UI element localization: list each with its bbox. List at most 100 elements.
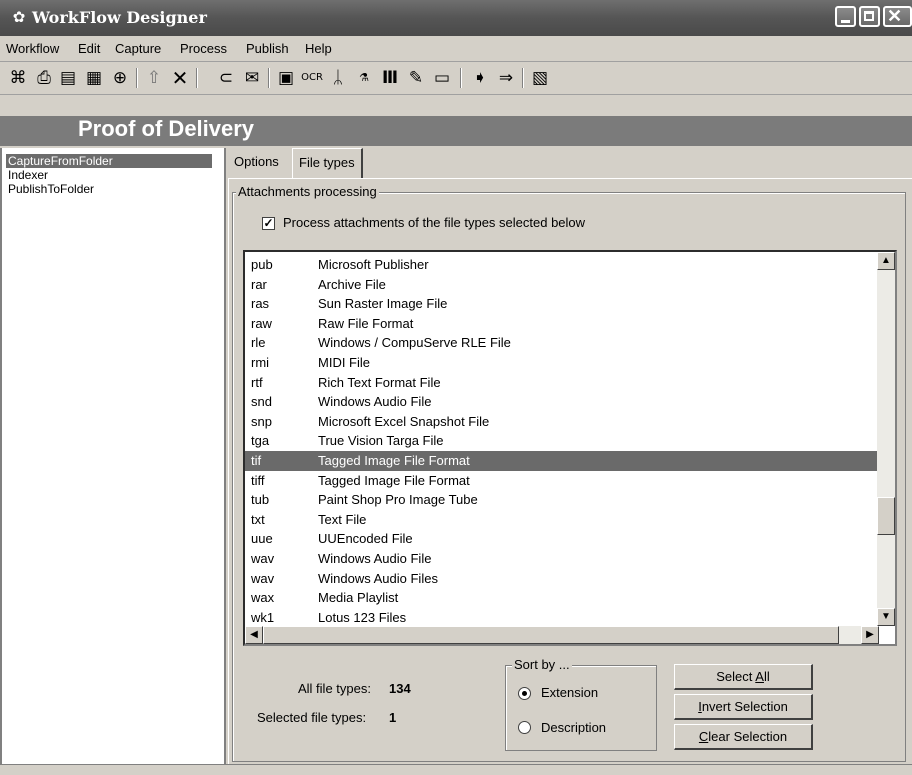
- file-type-description: Tagged Image File Format: [318, 453, 470, 468]
- tab-file-types[interactable]: File types: [292, 148, 363, 178]
- minimize-button[interactable]: [835, 6, 856, 27]
- file-type-description: Rich Text Format File: [318, 374, 441, 390]
- process-attachments-checkbox[interactable]: ✓: [262, 217, 275, 230]
- barcode-icon[interactable]: Ⅲ: [378, 66, 402, 90]
- file-type-description: Paint Shop Pro Image Tube: [318, 492, 478, 508]
- file-type-row[interactable]: wk1 Lotus 123 Files: [245, 608, 879, 628]
- status-bar: [0, 764, 912, 775]
- preview-icon[interactable]: ▧: [528, 66, 552, 90]
- toolbar: ⌘ ⎙ ▤ ▦ ⊕ ⇧ ✕ ⊂ ✉ ▣ OCR ᛦ ⚗ Ⅲ ✎ ▭ ➧ ⇒ ▧: [0, 62, 912, 95]
- file-type-extension: ras: [251, 296, 270, 312]
- file-type-row[interactable]: rle Windows / CompuServe RLE File: [245, 333, 879, 353]
- scroll-left-button[interactable]: ◀: [245, 626, 263, 644]
- sort-extension-radio[interactable]: [518, 687, 531, 700]
- sort-extension-label: Extension: [541, 685, 599, 700]
- file-type-row[interactable]: tif Tagged Image File Format: [245, 451, 879, 471]
- mail-capture-icon[interactable]: ✉: [240, 66, 264, 90]
- file-type-description: Windows / CompuServe RLE File: [318, 335, 511, 351]
- tab-options[interactable]: Options: [228, 148, 285, 178]
- sign-icon[interactable]: ✎: [404, 66, 428, 90]
- menu-capture[interactable]: Capture: [115, 41, 161, 56]
- file-type-extension: wax: [251, 590, 275, 606]
- scan-icon[interactable]: ▣: [274, 66, 298, 90]
- clear-selection-button[interactable]: Clear Selection: [674, 724, 813, 750]
- file-type-extension: wk1: [251, 609, 275, 625]
- file-type-list[interactable]: pub Microsoft Publisher rar Archive File ras…: [243, 250, 897, 646]
- file-type-description: UUEncoded File: [318, 531, 413, 547]
- save-icon[interactable]: ▤: [56, 66, 80, 90]
- file-type-row[interactable]: rtf Rich Text Format File: [245, 373, 879, 393]
- file-type-row[interactable]: tub Paint Shop Pro Image Tube: [245, 490, 879, 510]
- file-type-extension: tub: [251, 492, 270, 508]
- window-title: WorkFlow Designer: [32, 8, 207, 27]
- menu-help[interactable]: Help: [305, 41, 332, 56]
- file-type-extension: rle: [251, 335, 266, 351]
- file-type-extension: tif: [251, 453, 262, 468]
- close-button[interactable]: ✕: [883, 6, 912, 27]
- file-type-extension: tiff: [251, 472, 265, 488]
- image-icon[interactable]: ▭: [430, 66, 454, 90]
- publish-icon[interactable]: ➧: [468, 66, 492, 90]
- selected-file-types-label: Selected file types:: [257, 710, 367, 725]
- file-type-row[interactable]: tiff Tagged Image File Format: [245, 471, 879, 491]
- file-type-row[interactable]: wav Windows Audio File: [245, 549, 879, 569]
- attachments-group-label: Attachments processing: [236, 184, 379, 199]
- close-icon: ✕: [887, 6, 903, 26]
- file-type-description: Media Playlist: [318, 590, 399, 606]
- file-type-extension: uue: [251, 531, 273, 547]
- h-scroll-thumb[interactable]: [263, 626, 839, 644]
- horizontal-scrollbar[interactable]: ◀ ▶: [245, 626, 879, 644]
- menu-edit[interactable]: Edit: [78, 41, 100, 56]
- maximize-button[interactable]: [859, 6, 880, 27]
- all-file-types-value: 134: [389, 681, 411, 696]
- new-icon[interactable]: ⌘: [6, 66, 30, 90]
- scroll-down-button[interactable]: ▼: [877, 608, 895, 626]
- title-bar: ✿ WorkFlow Designer ✕: [0, 0, 912, 36]
- file-type-description: Text File: [318, 511, 367, 527]
- tree-item-indexer[interactable]: Indexer: [6, 168, 50, 182]
- file-type-row[interactable]: raw Raw File Format: [245, 314, 879, 334]
- file-type-extension: pub: [251, 257, 273, 272]
- file-type-row[interactable]: snd Windows Audio File: [245, 392, 879, 412]
- sort-description-label: Description: [541, 720, 607, 735]
- vertical-scrollbar[interactable]: ▲ ▼: [877, 252, 895, 626]
- file-type-extension: snd: [251, 394, 272, 410]
- up-arrow-icon[interactable]: ⇧: [142, 66, 166, 90]
- workflow-banner: Proof of Delivery: [0, 116, 912, 146]
- scroll-right-button[interactable]: ▶: [861, 626, 879, 644]
- scroll-up-button[interactable]: ▲: [877, 252, 895, 270]
- ocr-icon[interactable]: OCR: [300, 66, 324, 90]
- menu-workflow[interactable]: Workflow: [6, 41, 59, 56]
- sort-description-radio[interactable]: [518, 721, 531, 734]
- file-type-row[interactable]: rar Archive File: [245, 275, 879, 295]
- select-all-button[interactable]: Select All: [674, 664, 813, 690]
- file-type-extension: rmi: [251, 355, 270, 370]
- open-icon[interactable]: ⎙: [32, 66, 56, 90]
- file-type-row[interactable]: pub Microsoft Publisher: [245, 255, 879, 275]
- file-type-row[interactable]: rmi MIDI File: [245, 353, 879, 373]
- publish-copy-icon[interactable]: ⇒: [494, 66, 518, 90]
- delete-icon[interactable]: ✕: [168, 66, 192, 90]
- file-type-description: Lotus 123 Files: [318, 609, 407, 625]
- meta-icon[interactable]: ⚗: [352, 66, 376, 90]
- save-as-icon[interactable]: ▦: [82, 66, 106, 90]
- file-type-row[interactable]: wax Media Playlist: [245, 588, 879, 608]
- all-file-types-label: All file types:: [298, 681, 371, 696]
- scroll-thumb[interactable]: [877, 497, 895, 535]
- file-type-row[interactable]: tga True Vision Targa File: [245, 431, 879, 451]
- file-type-row[interactable]: uue UUEncoded File: [245, 529, 879, 549]
- tree-item-publish[interactable]: PublishToFolder: [6, 182, 96, 196]
- file-type-row[interactable]: txt Text File: [245, 510, 879, 530]
- file-type-extension: rar: [251, 276, 267, 292]
- pdf-icon[interactable]: ᛦ: [326, 66, 350, 90]
- tree-item-capture[interactable]: CaptureFromFolder: [6, 154, 212, 168]
- file-type-row[interactable]: wav Windows Audio Files: [245, 569, 879, 589]
- lock-icon[interactable]: ⊕: [108, 66, 132, 90]
- file-type-row[interactable]: snp Microsoft Excel Snapshot File: [245, 412, 879, 432]
- invert-selection-button[interactable]: Invert Selection: [674, 694, 813, 720]
- menu-publish[interactable]: Publish: [246, 41, 289, 56]
- file-type-extension: tga: [251, 433, 270, 449]
- menu-process[interactable]: Process: [180, 41, 227, 56]
- folder-capture-icon[interactable]: ⊂: [214, 66, 238, 90]
- file-type-row[interactable]: ras Sun Raster Image File: [245, 294, 879, 314]
